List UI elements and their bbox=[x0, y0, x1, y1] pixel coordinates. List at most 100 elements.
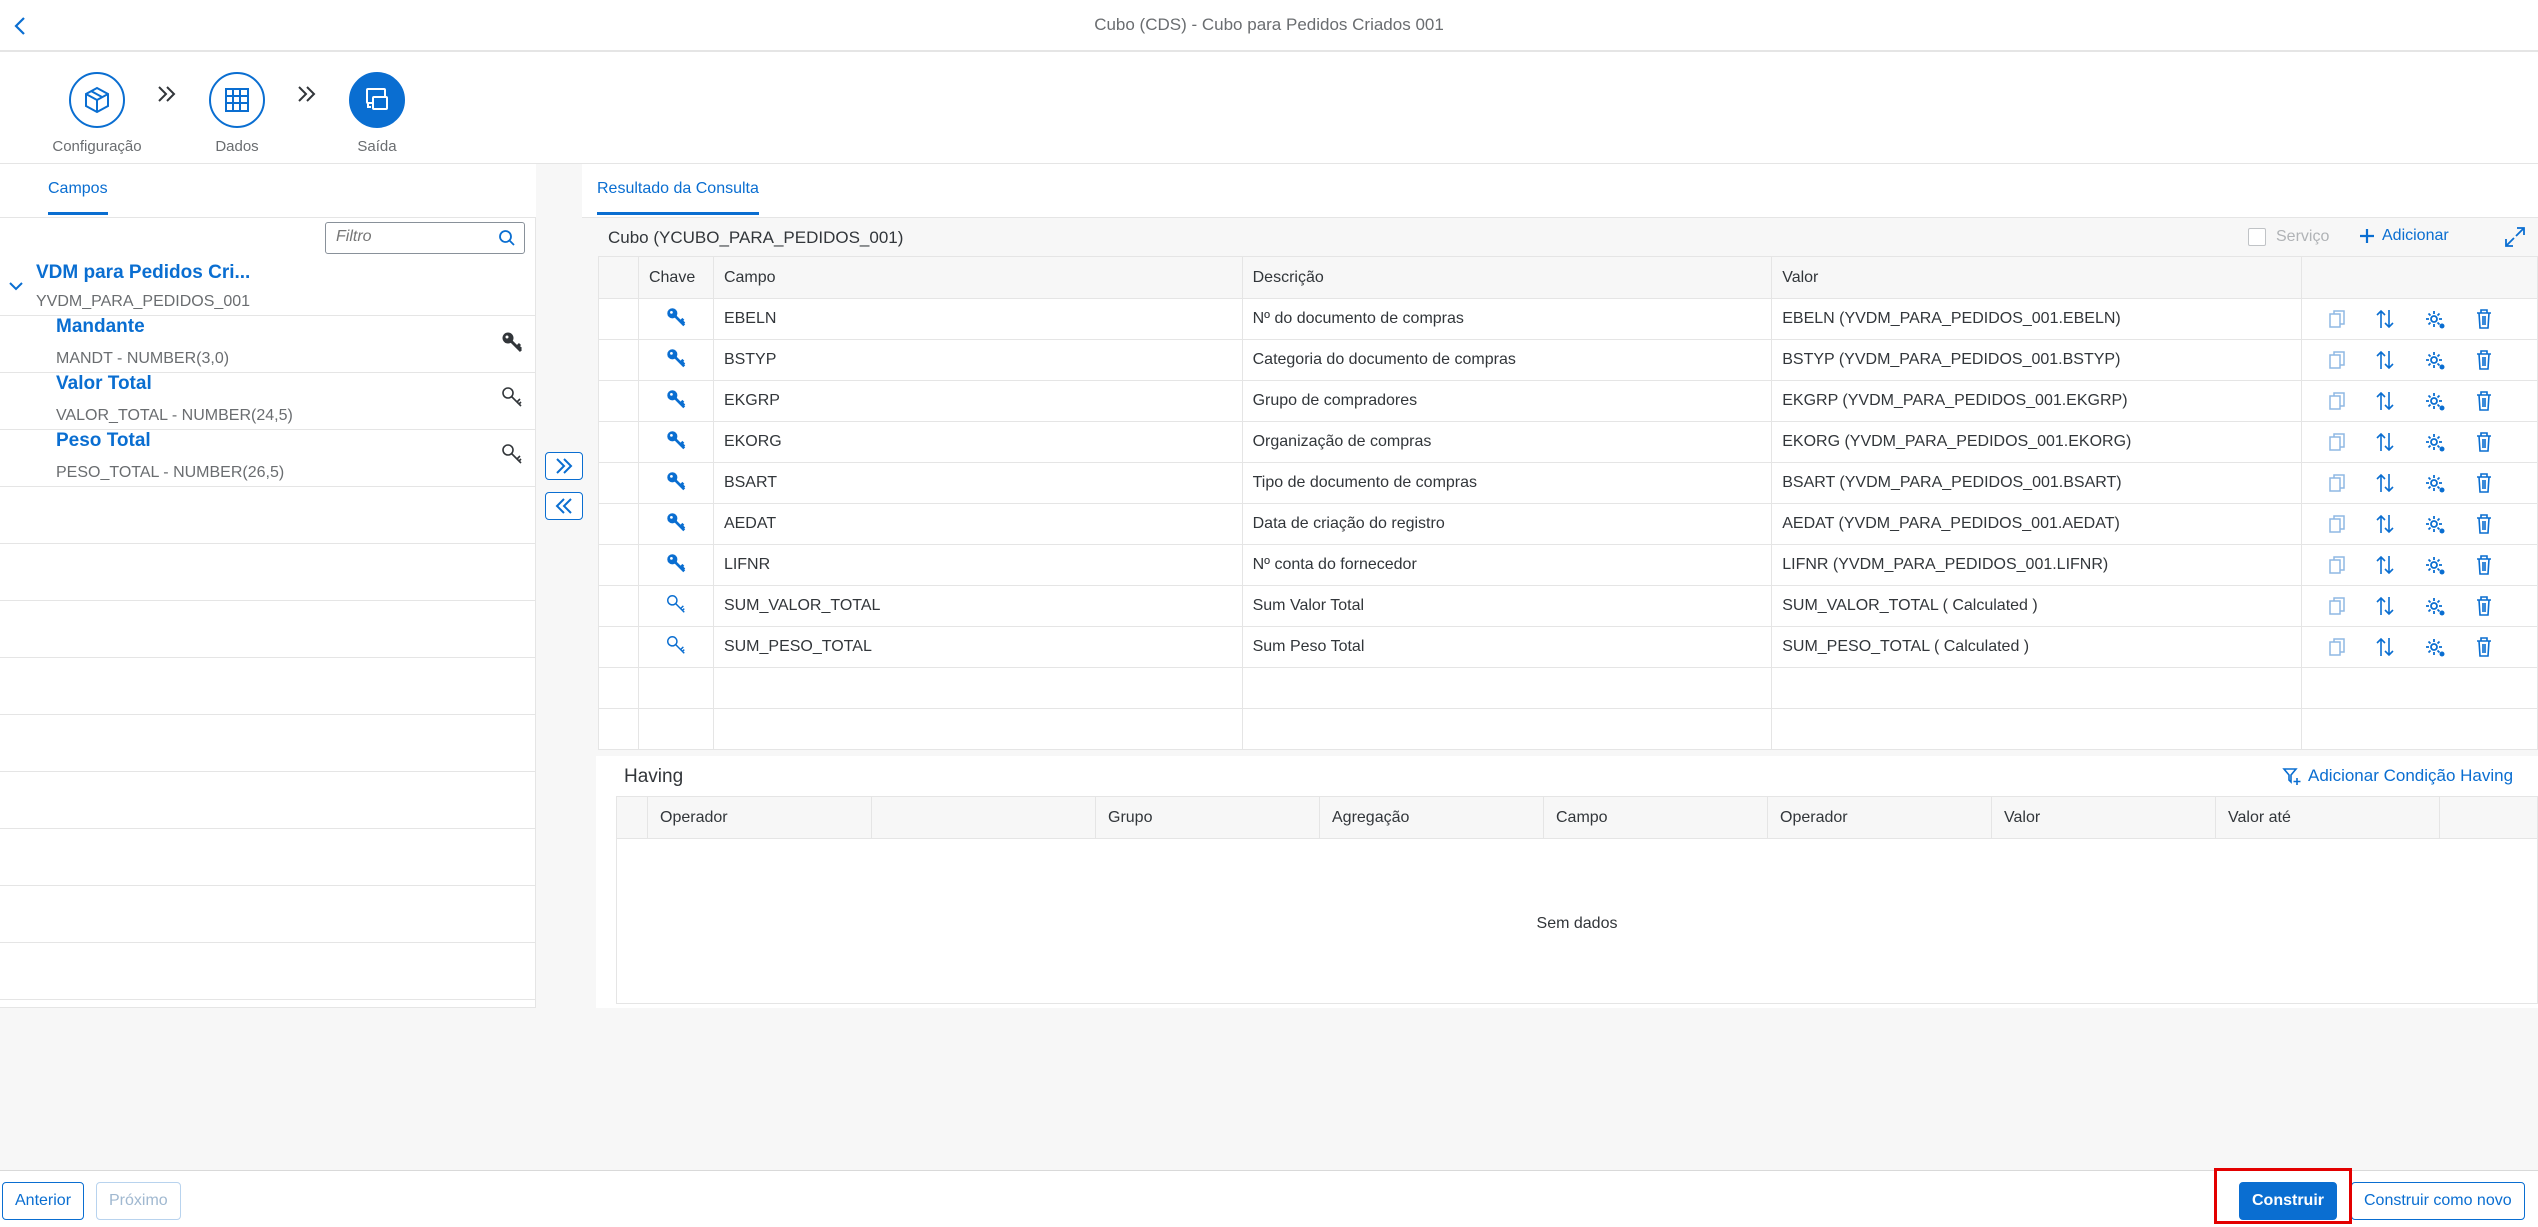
fullscreen-icon[interactable] bbox=[2504, 226, 2526, 248]
filter-input[interactable] bbox=[326, 223, 486, 251]
sort-icon[interactable] bbox=[2374, 308, 2396, 330]
empty-cell bbox=[1241, 708, 1773, 750]
wizard-step-saida[interactable]: Saída bbox=[317, 72, 437, 180]
table-row[interactable]: EKGRP Grupo de compradores EKGRP (YVDM_PAR… bbox=[598, 380, 2538, 422]
copy-icon[interactable] bbox=[2328, 555, 2346, 575]
actions-cell bbox=[2301, 298, 2538, 340]
tree-item-peso-total[interactable]: Peso Total PESO_TOTAL - NUMBER(26,5) bbox=[0, 430, 535, 487]
copy-icon[interactable] bbox=[2328, 350, 2346, 370]
sort-icon[interactable] bbox=[2374, 349, 2396, 371]
servico-checkbox[interactable]: Serviço bbox=[2248, 228, 2329, 246]
settings-icon[interactable] bbox=[2424, 308, 2446, 330]
actions-cell bbox=[2301, 421, 2538, 463]
remove-from-query-button[interactable] bbox=[545, 492, 583, 520]
key-cell bbox=[637, 380, 714, 422]
empty-row bbox=[0, 715, 535, 772]
delete-icon[interactable] bbox=[2474, 472, 2494, 494]
settings-icon[interactable] bbox=[2424, 595, 2446, 617]
tree-item-valor-total[interactable]: Valor Total VALOR_TOTAL - NUMBER(24,5) bbox=[0, 373, 535, 430]
sort-icon[interactable] bbox=[2374, 595, 2396, 617]
actions-cell bbox=[2301, 380, 2538, 422]
valor-cell: SUM_PESO_TOTAL ( Calculated ) bbox=[1771, 626, 2302, 668]
row-selector[interactable] bbox=[598, 626, 639, 668]
table-row[interactable]: EBELN Nº do documento de compras EBELN (YV… bbox=[598, 298, 2538, 340]
delete-icon[interactable] bbox=[2474, 513, 2494, 535]
table-row[interactable]: EKORG Organização de compras EKORG (YVDM_P… bbox=[598, 421, 2538, 463]
settings-icon[interactable] bbox=[2424, 431, 2446, 453]
sort-icon[interactable] bbox=[2374, 390, 2396, 412]
wizard-step-label: Configuração bbox=[52, 138, 142, 155]
copy-icon[interactable] bbox=[2328, 514, 2346, 534]
tab-resultado-da-consulta[interactable]: Resultado da Consulta bbox=[597, 180, 759, 215]
anterior-button[interactable]: Anterior bbox=[2, 1182, 85, 1220]
delete-icon[interactable] bbox=[2474, 636, 2494, 658]
row-selector[interactable] bbox=[598, 503, 639, 545]
wizard-step-dados[interactable]: Dados bbox=[177, 72, 297, 155]
sort-icon[interactable] bbox=[2374, 636, 2396, 658]
table-row[interactable]: LIFNR Nº conta do fornecedor LIFNR (YVDM_P… bbox=[598, 544, 2538, 586]
tab-campos[interactable]: Campos bbox=[48, 180, 108, 215]
settings-icon[interactable] bbox=[2424, 472, 2446, 494]
sort-icon[interactable] bbox=[2374, 554, 2396, 576]
construir-como-novo-button[interactable]: Construir como novo bbox=[2351, 1182, 2525, 1220]
row-selector[interactable] bbox=[598, 339, 639, 381]
row-selector[interactable] bbox=[598, 544, 639, 586]
sort-icon[interactable] bbox=[2374, 472, 2396, 494]
double-chevron-right-icon bbox=[158, 86, 176, 102]
tree-item-mandante[interactable]: Mandante MANDT - NUMBER(3,0) bbox=[0, 316, 535, 373]
copy-icon[interactable] bbox=[2328, 473, 2346, 493]
settings-icon[interactable] bbox=[2424, 513, 2446, 535]
delete-icon[interactable] bbox=[2474, 349, 2494, 371]
copy-icon[interactable] bbox=[2328, 309, 2346, 329]
descricao-cell: Grupo de compradores bbox=[1241, 380, 1773, 422]
add-button[interactable]: Adicionar bbox=[2358, 227, 2449, 245]
column-header-operador: Operador bbox=[647, 797, 871, 839]
delete-icon[interactable] bbox=[2474, 595, 2494, 617]
key-cell bbox=[637, 544, 714, 586]
key-icon bbox=[667, 553, 686, 572]
row-selector[interactable] bbox=[598, 380, 639, 422]
add-to-query-button[interactable] bbox=[545, 452, 583, 480]
add-having-condition-button[interactable]: Adicionar Condição Having bbox=[2282, 766, 2513, 786]
checkbox-box[interactable] bbox=[2248, 228, 2266, 246]
row-selector[interactable] bbox=[598, 462, 639, 504]
settings-icon[interactable] bbox=[2424, 636, 2446, 658]
proximo-button[interactable]: Próximo bbox=[96, 1182, 181, 1220]
sort-icon[interactable] bbox=[2374, 513, 2396, 535]
valor-cell: EBELN (YVDM_PARA_PEDIDOS_001.EBELN) bbox=[1771, 298, 2302, 340]
tab-label: Resultado da Consulta bbox=[597, 180, 759, 197]
sort-icon[interactable] bbox=[2374, 431, 2396, 453]
delete-icon[interactable] bbox=[2474, 390, 2494, 412]
actions-cell bbox=[2301, 462, 2538, 504]
column-header-campo: Campo bbox=[712, 256, 1243, 299]
table-row[interactable]: BSART Tipo de documento de compras BSART (… bbox=[598, 462, 2538, 504]
cube-icon bbox=[69, 72, 125, 128]
delete-icon[interactable] bbox=[2474, 554, 2494, 576]
copy-icon[interactable] bbox=[2328, 432, 2346, 452]
highlight-box bbox=[2214, 1168, 2352, 1224]
copy-icon[interactable] bbox=[2328, 637, 2346, 657]
actions-cell bbox=[2301, 503, 2538, 545]
settings-icon[interactable] bbox=[2424, 349, 2446, 371]
settings-icon[interactable] bbox=[2424, 390, 2446, 412]
table-row[interactable]: SUM_PESO_TOTAL Sum Peso Total SUM_PESO_TOT… bbox=[598, 626, 2538, 668]
search-icon[interactable] bbox=[498, 229, 516, 247]
row-selector[interactable] bbox=[598, 298, 639, 340]
delete-icon[interactable] bbox=[2474, 431, 2494, 453]
tree-root-node[interactable]: VDM para Pedidos Cri... YVDM_PARA_PEDIDO… bbox=[0, 258, 535, 316]
chevron-down-icon[interactable] bbox=[8, 280, 24, 292]
column-header-grupo: Grupo bbox=[1095, 797, 1319, 839]
row-selector[interactable] bbox=[598, 421, 639, 463]
copy-icon[interactable] bbox=[2328, 596, 2346, 616]
delete-icon[interactable] bbox=[2474, 308, 2494, 330]
table-row[interactable]: AEDAT Data de criação do registro AEDAT (Y… bbox=[598, 503, 2538, 545]
table-row[interactable]: BSTYP Categoria do documento de compras BS… bbox=[598, 339, 2538, 381]
settings-icon[interactable] bbox=[2424, 554, 2446, 576]
row-selector[interactable] bbox=[598, 585, 639, 627]
key-icon bbox=[667, 307, 686, 326]
fields-tree: VDM para Pedidos Cri... YVDM_PARA_PEDIDO… bbox=[0, 258, 535, 1000]
filter-field[interactable] bbox=[325, 222, 525, 254]
table-row[interactable]: SUM_VALOR_TOTAL Sum Valor Total SUM_VALOR_… bbox=[598, 585, 2538, 627]
wizard-step-configuracao[interactable]: Configuração bbox=[37, 72, 157, 155]
copy-icon[interactable] bbox=[2328, 391, 2346, 411]
